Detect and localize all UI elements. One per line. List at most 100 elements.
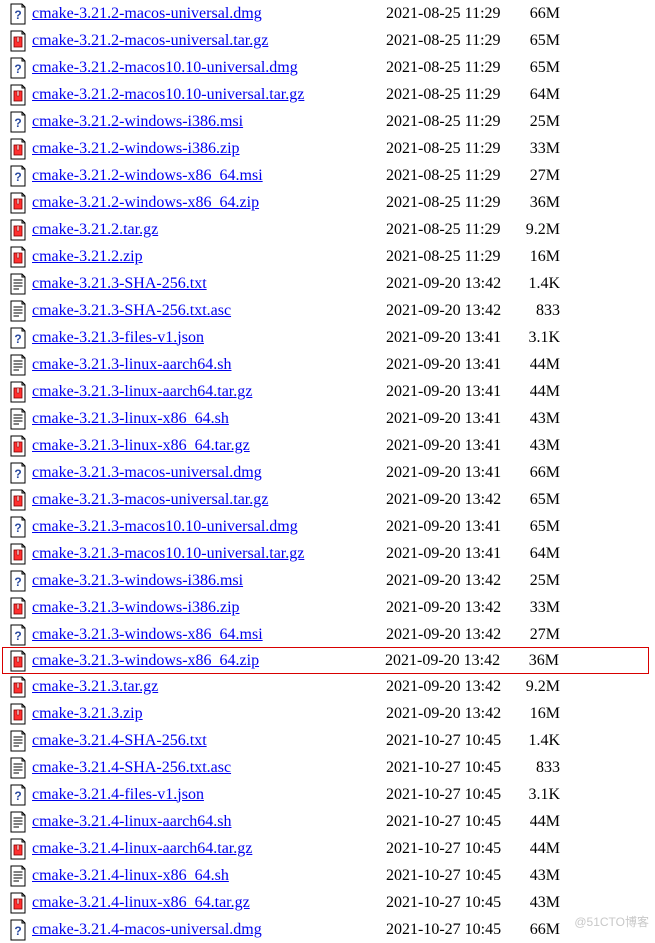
file-size: 64M — [518, 86, 560, 104]
text-file-icon — [8, 730, 28, 752]
file-link[interactable]: cmake-3.21.2-macos10.10-universal.dmg — [32, 59, 298, 76]
file-link[interactable]: cmake-3.21.4-macos-universal.dmg — [32, 921, 262, 938]
file-icon — [8, 543, 28, 565]
file-size: 9.2M — [518, 678, 560, 696]
svg-text:?: ? — [14, 8, 21, 22]
file-link[interactable]: cmake-3.21.3-windows-x86_64.zip — [32, 652, 259, 669]
file-link[interactable]: cmake-3.21.2-macos10.10-universal.tar.gz — [32, 86, 304, 103]
file-link[interactable]: cmake-3.21.2-windows-i386.zip — [32, 140, 240, 157]
file-icon — [8, 865, 28, 887]
file-row: cmake-3.21.3.zip2021-09-20 13:4216M — [8, 700, 655, 727]
file-link[interactable]: cmake-3.21.2-macos-universal.tar.gz — [32, 32, 268, 49]
file-row: cmake-3.21.4-SHA-256.txt2021-10-27 10:45… — [8, 727, 655, 754]
file-date: 2021-10-27 10:45 — [386, 786, 518, 804]
file-link[interactable]: cmake-3.21.2-windows-x86_64.zip — [32, 194, 259, 211]
file-link[interactable]: cmake-3.21.4-SHA-256.txt — [32, 732, 207, 749]
file-size: 16M — [518, 705, 560, 723]
unknown-file-icon: ? — [8, 570, 28, 592]
file-size: 33M — [518, 599, 560, 617]
file-icon: ? — [8, 624, 28, 646]
file-link[interactable]: cmake-3.21.2-windows-i386.msi — [32, 113, 243, 130]
file-link[interactable]: cmake-3.21.3-linux-aarch64.tar.gz — [32, 383, 252, 400]
file-icon — [8, 838, 28, 860]
file-name-cell: cmake-3.21.3-linux-aarch64.tar.gz — [32, 383, 386, 401]
archive-icon — [8, 246, 28, 268]
file-name-cell: cmake-3.21.3-windows-x86_64.msi — [32, 626, 386, 644]
file-link[interactable]: cmake-3.21.3-macos-universal.tar.gz — [32, 491, 268, 508]
file-link[interactable]: cmake-3.21.4-linux-x86_64.tar.gz — [32, 894, 250, 911]
file-icon — [8, 435, 28, 457]
file-name-cell: cmake-3.21.4-linux-aarch64.tar.gz — [32, 840, 386, 858]
file-link[interactable]: cmake-3.21.4-linux-x86_64.sh — [32, 867, 229, 884]
file-name-cell: cmake-3.21.4-macos-universal.dmg — [32, 921, 386, 939]
file-link[interactable]: cmake-3.21.2.zip — [32, 248, 143, 265]
file-link[interactable]: cmake-3.21.3.tar.gz — [32, 678, 158, 695]
file-date: 2021-09-20 13:41 — [386, 437, 518, 455]
text-file-icon — [8, 354, 28, 376]
file-link[interactable]: cmake-3.21.3-files-v1.json — [32, 329, 204, 346]
file-row: ?cmake-3.21.3-files-v1.json2021-09-20 13… — [8, 324, 655, 351]
file-row: cmake-3.21.2.zip2021-08-25 11:2916M — [8, 243, 655, 270]
file-date: 2021-10-27 10:45 — [386, 759, 518, 777]
file-icon: ? — [8, 111, 28, 133]
file-link[interactable]: cmake-3.21.3-SHA-256.txt.asc — [32, 302, 231, 319]
archive-icon — [8, 192, 28, 214]
file-size: 44M — [518, 356, 560, 374]
file-size: 27M — [518, 167, 560, 185]
file-name-cell: cmake-3.21.3.zip — [32, 705, 386, 723]
file-date: 2021-09-20 13:42 — [386, 275, 518, 293]
file-link[interactable]: cmake-3.21.4-linux-aarch64.tar.gz — [32, 840, 252, 857]
text-file-icon — [8, 865, 28, 887]
file-row: cmake-3.21.2-windows-x86_64.zip2021-08-2… — [8, 189, 655, 216]
archive-icon — [8, 597, 28, 619]
file-link[interactable]: cmake-3.21.3-windows-x86_64.msi — [32, 626, 263, 643]
archive-icon — [8, 84, 28, 106]
file-row: cmake-3.21.3-macos10.10-universal.tar.gz… — [8, 540, 655, 567]
file-row: ?cmake-3.21.2-windows-x86_64.msi2021-08-… — [8, 162, 655, 189]
file-size: 36M — [517, 652, 559, 670]
text-file-icon — [8, 811, 28, 833]
svg-text:?: ? — [14, 575, 21, 589]
svg-text:?: ? — [14, 789, 21, 803]
file-date: 2021-08-25 11:29 — [386, 86, 518, 104]
file-list: ? cmake-3.21.2-macos-universal.dmg 2021-08… — [8, 0, 655, 943]
file-date: 2021-08-25 11:29 — [386, 5, 518, 23]
file-name-cell: cmake-3.21.2-macos-universal.tar.gz — [32, 32, 386, 50]
file-row: cmake-3.21.4-SHA-256.txt.asc 2021-10-27 1… — [8, 754, 655, 781]
file-link[interactable]: cmake-3.21.4-SHA-256.txt.asc — [32, 759, 231, 776]
file-name-cell: cmake-3.21.3-macos-universal.tar.gz — [32, 491, 386, 509]
file-link[interactable]: cmake-3.21.3-linux-aarch64.sh — [32, 356, 231, 373]
file-link[interactable]: cmake-3.21.2-macos-universal.dmg — [32, 5, 262, 22]
svg-text:?: ? — [14, 629, 21, 643]
file-link[interactable]: cmake-3.21.3.zip — [32, 705, 143, 722]
svg-text:?: ? — [14, 170, 21, 184]
file-link[interactable]: cmake-3.21.3-windows-i386.zip — [32, 599, 240, 616]
file-link[interactable]: cmake-3.21.2.tar.gz — [32, 221, 158, 238]
file-link[interactable]: cmake-3.21.3-windows-i386.msi — [32, 572, 243, 589]
file-date: 2021-10-27 10:45 — [386, 813, 518, 831]
archive-icon — [8, 138, 28, 160]
file-date: 2021-09-20 13:42 — [386, 599, 518, 617]
file-link[interactable]: cmake-3.21.2-windows-x86_64.msi — [32, 167, 263, 184]
file-row: cmake-3.21.3-linux-x86_64.sh 2021-09-20 1… — [8, 405, 655, 432]
file-link[interactable]: cmake-3.21.3-SHA-256.txt — [32, 275, 207, 292]
file-size: 833 — [518, 302, 560, 320]
file-link[interactable]: cmake-3.21.3-macos10.10-universal.dmg — [32, 518, 298, 535]
archive-icon — [8, 892, 28, 914]
file-link[interactable]: cmake-3.21.3-linux-x86_64.sh — [32, 410, 229, 427]
file-date: 2021-08-25 11:29 — [386, 113, 518, 131]
file-row: cmake-3.21.4-linux-aarch64.tar.gz2021-10… — [8, 835, 655, 862]
file-date: 2021-09-20 13:41 — [386, 356, 518, 374]
file-icon — [8, 892, 28, 914]
file-link[interactable]: cmake-3.21.3-macos10.10-universal.tar.gz — [32, 545, 304, 562]
file-row: cmake-3.21.3-linux-aarch64.tar.gz2021-09… — [8, 378, 655, 405]
file-link[interactable]: cmake-3.21.3-macos-universal.dmg — [32, 464, 262, 481]
file-row: cmake-3.21.3.tar.gz2021-09-20 13:429.2M — [8, 673, 655, 700]
file-date: 2021-09-20 13:41 — [386, 410, 518, 428]
archive-icon — [8, 676, 28, 698]
archive-icon — [8, 650, 28, 672]
file-link[interactable]: cmake-3.21.4-linux-aarch64.sh — [32, 813, 231, 830]
file-row: ?cmake-3.21.3-windows-x86_64.msi2021-09-… — [8, 621, 655, 648]
file-link[interactable]: cmake-3.21.4-files-v1.json — [32, 786, 204, 803]
file-link[interactable]: cmake-3.21.3-linux-x86_64.tar.gz — [32, 437, 250, 454]
